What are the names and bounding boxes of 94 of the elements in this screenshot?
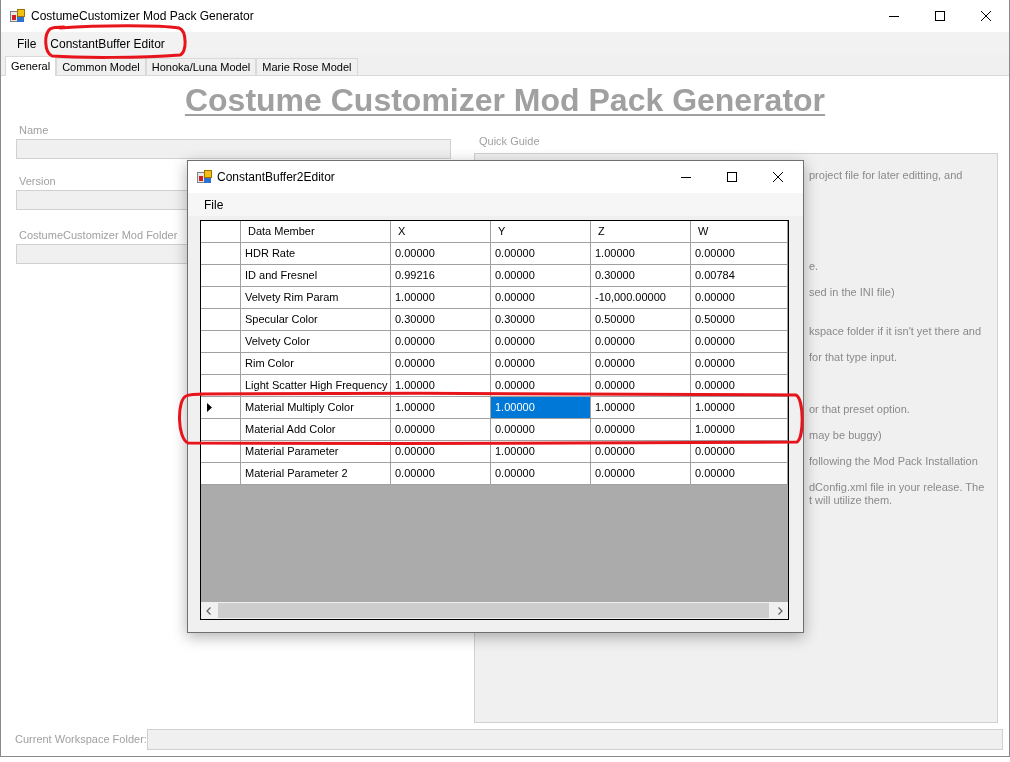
guide-text: dConfig.xml file in your release. The	[809, 481, 985, 494]
table-cell[interactable]: Material Parameter	[241, 441, 391, 463]
table-cell[interactable]: ID and Fresnel	[241, 265, 391, 287]
column-header[interactable]: Y	[491, 221, 591, 243]
grid-corner-header[interactable]	[201, 221, 241, 243]
guide-text: for that type input.	[809, 351, 898, 364]
table-cell[interactable]: Material Multiply Color	[241, 397, 391, 419]
table-cell[interactable]: 0.30000	[591, 265, 691, 287]
table-cell[interactable]: 0.00000	[391, 419, 491, 441]
table-cell[interactable]: 1.00000	[691, 397, 788, 419]
guide-text: may be buggy)	[809, 429, 882, 442]
table-cell[interactable]: 0.00000	[491, 243, 591, 265]
table-cell[interactable]: 0.00000	[391, 463, 491, 485]
guide-text: following the Mod Pack Installation	[809, 455, 978, 468]
table-cell[interactable]: 0.00000	[691, 331, 788, 353]
row-indicator-icon	[207, 403, 212, 412]
close-icon	[981, 11, 991, 21]
menu-item[interactable]: File	[10, 35, 44, 52]
window-title: ConstantBuffer2Editor	[217, 169, 335, 185]
horizontal-scrollbar[interactable]	[201, 602, 788, 619]
table-cell[interactable]: 0.00000	[391, 243, 491, 265]
app-icon	[197, 169, 213, 185]
table-cell[interactable]: 1.00000	[491, 397, 591, 419]
table-cell[interactable]: Velvety Color	[241, 331, 391, 353]
table-cell[interactable]: 0.00000	[491, 463, 591, 485]
table-cell[interactable]: 0.00000	[491, 331, 591, 353]
column-header[interactable]: Z	[591, 221, 691, 243]
table-cell[interactable]: 0.30000	[391, 309, 491, 331]
table-cell[interactable]: Material Parameter 2	[241, 463, 391, 485]
column-header[interactable]: Data Member	[241, 221, 391, 243]
quick-guide-label: Quick Guide	[478, 135, 540, 148]
table-cell[interactable]: 1.00000	[391, 375, 491, 397]
close-icon	[773, 172, 783, 182]
table-cell[interactable]: 0.00000	[691, 243, 788, 265]
field-label: Version	[18, 175, 56, 188]
scrollbar-thumb[interactable]	[218, 603, 769, 618]
table-cell[interactable]: Velvety Rim Param	[241, 287, 391, 309]
table-cell[interactable]: Specular Color	[241, 309, 391, 331]
tab[interactable]: General	[5, 56, 57, 76]
table-cell[interactable]: 0.00000	[491, 419, 591, 441]
scroll-right-icon[interactable]	[778, 606, 783, 615]
table-cell[interactable]: Rim Color	[241, 353, 391, 375]
minimize-icon	[681, 176, 691, 178]
field-label: Name	[18, 124, 49, 137]
tab[interactable]: Common Model	[56, 58, 146, 75]
minimize-icon	[889, 15, 899, 17]
table-cell[interactable]: 0.30000	[491, 309, 591, 331]
app-heading: Costume Customizer Mod Pack Generator	[184, 82, 826, 118]
guide-text: sed in the INI file)	[809, 286, 895, 299]
table-cell[interactable]: 0.00000	[391, 331, 491, 353]
table-cell[interactable]: -10,000.00000	[591, 287, 691, 309]
table-cell[interactable]: 0.00000	[591, 353, 691, 375]
maximize-icon	[935, 11, 945, 21]
guide-text: project file for later editting, and	[809, 169, 963, 182]
window-title: CostumeCustomizer Mod Pack Generator	[31, 8, 254, 24]
guide-text: e.	[809, 260, 819, 273]
table-cell[interactable]: 1.00000	[391, 287, 491, 309]
table-cell[interactable]: 0.50000	[691, 309, 788, 331]
table-cell[interactable]: 1.00000	[591, 243, 691, 265]
table-cell[interactable]: Light Scatter High Frequency	[241, 375, 391, 397]
maximize-icon	[727, 172, 737, 182]
app-icon	[10, 8, 26, 24]
table-cell[interactable]: 0.00000	[391, 441, 491, 463]
table-cell[interactable]: 0.00000	[491, 287, 591, 309]
table-cell[interactable]: 0.00000	[391, 353, 491, 375]
tab[interactable]: Marie Rose Model	[256, 58, 358, 75]
workspace-label: Current Workspace Folder:	[15, 733, 147, 746]
column-header[interactable]: X	[391, 221, 491, 243]
table-cell[interactable]: 0.99216	[391, 265, 491, 287]
table-cell[interactable]: 0.00000	[691, 287, 788, 309]
guide-text: t will utilize them.	[809, 494, 893, 507]
guide-text: kspace folder if it isn't yet there and	[809, 325, 982, 338]
table-cell[interactable]: 0.00000	[491, 265, 591, 287]
field-label: CostumeCustomizer Mod Folder	[18, 229, 178, 242]
table-cell[interactable]: 0.50000	[591, 309, 691, 331]
table-cell[interactable]: 0.00000	[491, 353, 591, 375]
table-cell[interactable]: Material Add Color	[241, 419, 391, 441]
tab[interactable]: Honoka/Luna Model	[145, 58, 257, 75]
table-cell[interactable]: 0.00000	[591, 419, 691, 441]
column-header[interactable]: W	[691, 221, 788, 243]
table-cell[interactable]: 1.00000	[391, 397, 491, 419]
row-header[interactable]	[201, 397, 241, 419]
table-cell[interactable]: HDR Rate	[241, 243, 391, 265]
table-cell[interactable]: 0.00000	[591, 463, 691, 485]
table-cell[interactable]: 0.00000	[691, 463, 788, 485]
table-cell[interactable]: 0.00784	[691, 265, 788, 287]
menu-item[interactable]: File	[198, 196, 230, 213]
scroll-left-icon[interactable]	[206, 606, 211, 615]
table-cell[interactable]: 0.00000	[591, 331, 691, 353]
table-cell[interactable]: 0.00000	[691, 353, 788, 375]
menu-item[interactable]: ConstantBuffer Editor	[43, 35, 172, 52]
table-cell[interactable]: 1.00000	[691, 419, 788, 441]
table-cell[interactable]: 1.00000	[591, 397, 691, 419]
guide-text: or that preset option.	[809, 403, 910, 416]
